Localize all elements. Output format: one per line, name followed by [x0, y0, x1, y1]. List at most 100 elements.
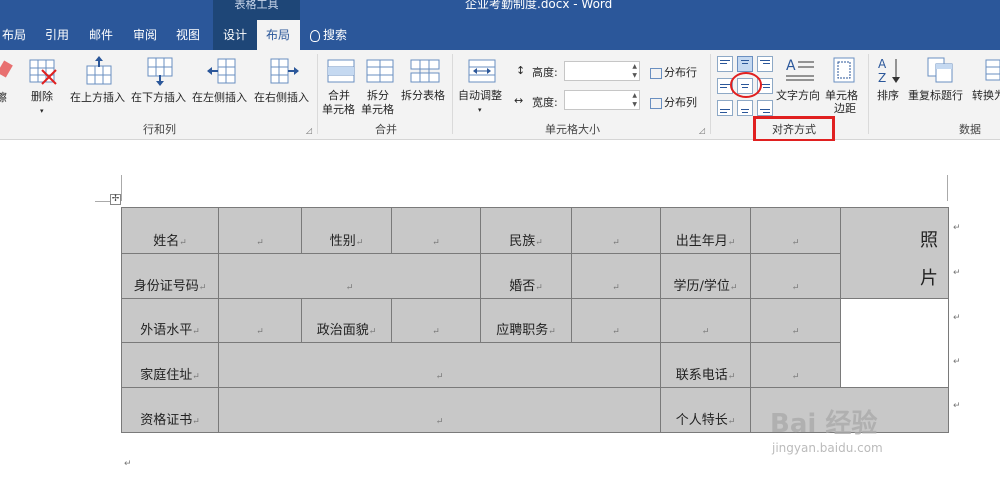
split-table-label: 拆分表格	[401, 89, 445, 102]
dialog-launcher-icon[interactable]: ◿	[306, 126, 312, 135]
cell-position-label[interactable]: 应聘职务↵	[480, 298, 572, 343]
cell-address-label[interactable]: 家庭住址↵	[121, 342, 219, 388]
cell-position-value[interactable]: ↵	[571, 298, 661, 343]
merge-cells-icon	[327, 59, 355, 83]
spin-up-icon[interactable]: ▲	[632, 63, 637, 70]
svg-text:A: A	[786, 58, 796, 74]
tab-layout-page[interactable]: 布局	[2, 20, 26, 50]
cell-birth-value[interactable]: ↵	[750, 207, 841, 254]
text-direction-icon: A	[786, 58, 814, 81]
table-move-handle-icon[interactable]: ✢	[110, 194, 121, 205]
sort-icon: AZ	[878, 57, 900, 84]
repeat-header-button[interactable]: 重复标题行	[908, 54, 970, 110]
insert-right-icon	[270, 58, 299, 84]
cell-name-value[interactable]: ↵	[218, 207, 302, 254]
baidu-watermark-logo: Bai 经验	[770, 409, 878, 439]
document-title: 企业考勤制度.docx - Word	[465, 0, 613, 11]
align-bottom-right-button[interactable]	[757, 100, 773, 116]
delete-table-icon	[29, 59, 57, 85]
cell-political-label[interactable]: 政治面貌↵	[301, 298, 392, 343]
spin-down-icon[interactable]: ▼	[632, 72, 637, 79]
cell-political-value[interactable]: ↵	[391, 298, 481, 343]
split-cells-button[interactable]: 拆分 单元格	[361, 56, 399, 116]
margin-mark	[947, 175, 948, 201]
cell-lang-value[interactable]: ↵	[218, 298, 302, 343]
cell-gender-value[interactable]: ↵	[391, 207, 481, 254]
repeat-header-label: 重复标题行	[908, 89, 963, 102]
height-label: 高度:	[532, 66, 558, 79]
ribbon-tabs: 布局 引用 邮件 审阅 视图 设计 布局 搜索	[0, 20, 1000, 50]
cell-lang-label[interactable]: 外语水平↵	[121, 298, 219, 343]
tab-review[interactable]: 审阅	[133, 20, 157, 50]
tab-view[interactable]: 视图	[176, 20, 200, 50]
sort-button[interactable]: AZ 排序	[874, 54, 904, 110]
cell-margins-icon	[833, 57, 855, 83]
delete-button[interactable]: 删除 ▾	[26, 56, 60, 116]
merge-label-line1: 合并	[328, 89, 350, 102]
cell-margins-button[interactable]: 单元格 边距	[824, 54, 864, 116]
split-table-icon	[410, 59, 440, 83]
spin-up-icon[interactable]: ▲	[632, 92, 637, 99]
cell-name-label[interactable]: 姓名↵	[121, 207, 219, 254]
cell-extra-value[interactable]: ↵	[750, 298, 841, 343]
form-table: 姓名↵ ↵ 性别↵ ↵ 民族↵ ↵ 出生年月↵ ↵ 照片 身份证号码↵ ↵ 婚否…	[121, 207, 949, 433]
tab-layout-table[interactable]: 布局	[257, 20, 300, 50]
cell-cert-value[interactable]: ↵	[218, 387, 661, 433]
insert-above-button[interactable]: 在上方插入	[70, 56, 128, 108]
convert-label: 转换为	[972, 89, 1000, 102]
eraser-label: 擦	[0, 91, 7, 104]
split-label-line2: 单元格	[361, 103, 394, 116]
insert-below-button[interactable]: 在下方插入	[131, 56, 189, 108]
distribute-cols-label: 分布列	[664, 96, 697, 109]
cell-photo[interactable]: 照片	[840, 207, 949, 299]
tab-references[interactable]: 引用	[45, 20, 69, 50]
width-input[interactable]: ▲ ▼	[564, 90, 640, 110]
dialog-launcher-icon[interactable]: ◿	[699, 126, 705, 135]
align-bottom-center-button[interactable]	[737, 100, 753, 116]
cell-married-label[interactable]: 婚否↵	[480, 252, 572, 299]
spin-down-icon[interactable]: ▼	[632, 101, 637, 108]
distribute-rows-button[interactable]: 分布行	[650, 64, 697, 80]
cell-id-label[interactable]: 身份证号码↵	[121, 252, 219, 299]
cell-address-value[interactable]: ↵	[218, 342, 661, 388]
cell-margins-label-line1: 单元格	[825, 89, 858, 102]
cell-id-value[interactable]: ↵	[218, 252, 481, 299]
cell-married-value[interactable]: ↵	[571, 252, 661, 299]
tab-design[interactable]: 设计	[213, 20, 257, 50]
svg-text:Z: Z	[878, 71, 886, 84]
cell-blank[interactable]	[840, 298, 949, 388]
split-cells-icon	[366, 59, 394, 83]
autofit-button[interactable]: 自动调整 ▾	[456, 56, 508, 116]
split-table-button[interactable]: 拆分表格	[400, 56, 450, 108]
cell-edu-label[interactable]: 学历/学位↵	[660, 252, 751, 299]
tab-mailings[interactable]: 邮件	[89, 20, 113, 50]
insert-right-button[interactable]: 在右侧插入	[254, 56, 314, 108]
eraser-button[interactable]: 擦	[0, 56, 18, 112]
search-box[interactable]: 搜索	[310, 20, 347, 50]
height-input[interactable]: ▲ ▼	[564, 61, 640, 81]
cell-phone-value[interactable]: ↵	[750, 342, 841, 388]
insert-left-label: 在左侧插入	[192, 91, 247, 104]
document-canvas[interactable]: ✢ 姓名↵ ↵ 性别↵ ↵ 民族↵ ↵ 出生年月↵ ↵ 照片 身份证号码↵ ↵ …	[0, 141, 1000, 489]
align-bottom-left-button[interactable]	[717, 100, 733, 116]
cell-ethnicity-value[interactable]: ↵	[571, 207, 661, 254]
cell-ethnicity-label[interactable]: 民族↵	[480, 207, 572, 254]
chevron-down-icon: ▾	[40, 107, 44, 115]
text-direction-button[interactable]: A 文字方向	[776, 54, 824, 110]
ribbon-body: 擦 删除 ▾ 在上方插入 在下方插入 在左侧插入 在右侧插入 行和列 ◿ 合并 …	[0, 50, 1000, 142]
cell-cert-label[interactable]: 资格证书↵	[121, 387, 219, 433]
merge-cells-button[interactable]: 合并 单元格	[322, 56, 360, 116]
text-direction-label: 文字方向	[776, 89, 820, 102]
cell-phone-label[interactable]: 联系电话↵	[660, 342, 751, 388]
insert-left-icon	[207, 58, 236, 84]
cell-gender-label[interactable]: 性别↵	[301, 207, 392, 254]
cell-specialty-label[interactable]: 个人特长↵	[660, 387, 751, 433]
convert-to-text-button[interactable]: 转换为	[970, 54, 1000, 110]
distribute-cols-button[interactable]: 分布列	[650, 94, 697, 110]
insert-left-button[interactable]: 在左侧插入	[192, 56, 252, 108]
cell-birth-label[interactable]: 出生年月↵	[660, 207, 751, 254]
cell-extra-label[interactable]: ↵	[660, 298, 751, 343]
red-circle-highlight	[730, 72, 762, 98]
cell-edu-value[interactable]: ↵	[750, 252, 841, 299]
distribute-rows-icon	[650, 67, 662, 79]
